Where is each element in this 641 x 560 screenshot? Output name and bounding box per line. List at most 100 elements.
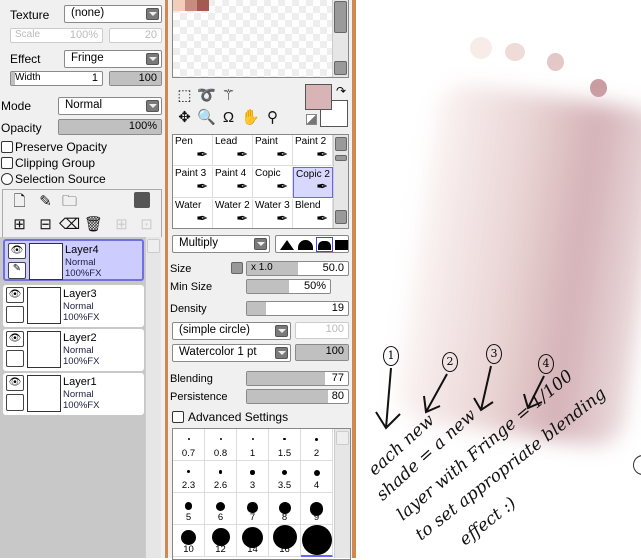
- brush-size-slot[interactable]: 0.7: [173, 429, 205, 461]
- shape-round-icon[interactable]: [298, 240, 313, 250]
- scroll-up-button[interactable]: [335, 137, 347, 151]
- size-slider[interactable]: x 1.0 50.0: [246, 261, 349, 276]
- zoom-icon[interactable]: 🔍: [196, 107, 217, 128]
- color-palette[interactable]: [172, 0, 349, 78]
- brush-size-slot[interactable]: 1: [237, 429, 269, 461]
- preserve-opacity-checkbox[interactable]: [1, 141, 13, 153]
- blend-mode-select[interactable]: Multiply: [172, 235, 270, 253]
- brush-slot[interactable]: Copic 2 ✒: [293, 167, 333, 198]
- delete-layer-icon[interactable]: 🗑: [83, 214, 104, 235]
- width-strength-slider[interactable]: 100: [109, 71, 162, 86]
- clipping-group-checkbox[interactable]: [1, 157, 13, 169]
- scroll-up-button[interactable]: [147, 239, 160, 253]
- new-linework-layer-icon[interactable]: ✎: [35, 191, 56, 212]
- eye-icon[interactable]: 👁: [6, 287, 24, 303]
- brush-slot[interactable]: Paint ✒: [253, 135, 293, 166]
- layer-item[interactable]: 👁 ✎ Layer4 Normal 100%FX: [3, 239, 144, 281]
- primary-color-swatch[interactable]: [305, 84, 332, 110]
- opacity-slider[interactable]: 100%: [58, 119, 162, 135]
- brush-slot[interactable]: Lead ✒: [213, 135, 253, 166]
- size-scrollbar[interactable]: [334, 429, 350, 558]
- texture-select[interactable]: (none): [64, 5, 162, 23]
- brush-slot[interactable]: Water 2 ✒: [213, 199, 253, 228]
- eye-icon[interactable]: 👁: [6, 331, 24, 347]
- rect-select-icon[interactable]: ⬚: [174, 85, 195, 106]
- brush-slot[interactable]: Paint 3 ✒: [173, 167, 213, 198]
- brush-size-slot[interactable]: 10: [173, 525, 205, 557]
- brush-size-slot[interactable]: 12: [205, 525, 237, 557]
- lock-box[interactable]: [6, 394, 24, 411]
- eye-icon[interactable]: 👁: [6, 375, 24, 391]
- brush-shape-select[interactable]: (simple circle): [172, 322, 291, 340]
- brush-slot[interactable]: Pen ✒: [173, 135, 213, 166]
- brush-slot[interactable]: Paint 2 ✒: [293, 135, 333, 166]
- new-layer-icon[interactable]: 🗋: [9, 191, 30, 212]
- brush-texture-select[interactable]: Watercolor 1 pt: [172, 344, 291, 362]
- brush-size-slot[interactable]: 2.6: [205, 461, 237, 493]
- layer-item[interactable]: 👁 Layer3 Normal 100%FX: [3, 285, 144, 327]
- move-icon[interactable]: ✥: [174, 107, 195, 128]
- persistence-slider[interactable]: 80: [246, 389, 349, 404]
- lock-box[interactable]: [6, 350, 24, 367]
- pen-icon[interactable]: ✎: [8, 262, 26, 279]
- width-slider[interactable]: Width 1: [10, 71, 103, 86]
- brush-size-slot[interactable]: 2: [301, 429, 333, 461]
- shape-soft-selected[interactable]: [316, 237, 333, 252]
- layer-item[interactable]: 👁 Layer1 Normal 100%FX: [3, 373, 144, 415]
- density-slider[interactable]: 19: [246, 301, 349, 316]
- scroll-down-button[interactable]: [334, 61, 347, 75]
- layer-mask-icon[interactable]: [134, 192, 150, 208]
- canvas[interactable]: 1 2 3 4 each new shade = a new layer wit…: [356, 0, 641, 558]
- transfer-down-icon[interactable]: ⊞: [9, 214, 30, 235]
- merge-down-icon[interactable]: ⊟: [35, 214, 56, 235]
- rotate-icon[interactable]: Ω: [218, 107, 239, 128]
- palette-scrollbar[interactable]: [332, 0, 348, 77]
- brush-size-slot[interactable]: 2.3: [173, 461, 205, 493]
- layer-item[interactable]: 👁 Layer2 Normal 100%FX: [3, 329, 144, 371]
- scroll-down-button[interactable]: [335, 210, 347, 224]
- brush-shape-selector[interactable]: [275, 235, 349, 253]
- brush-size-slot[interactable]: 14: [237, 525, 269, 557]
- brush-size-slot[interactable]: 3: [237, 461, 269, 493]
- brush-size-slot[interactable]: 20: [301, 525, 333, 557]
- swap-colors-icon[interactable]: ↷: [336, 84, 346, 98]
- reset-colors-icon[interactable]: [306, 114, 317, 125]
- selection-source-radio[interactable]: [1, 173, 13, 185]
- shape-flat-icon[interactable]: [335, 240, 348, 250]
- magic-wand-icon[interactable]: ⚚: [218, 85, 239, 106]
- brush-size-slot[interactable]: 7: [237, 493, 269, 525]
- brush-size-slot[interactable]: 8: [269, 493, 301, 525]
- palette-swatch[interactable]: [185, 0, 197, 11]
- texture-strength-slider[interactable]: 100: [295, 344, 349, 361]
- new-folder-icon[interactable]: 🗀: [59, 191, 80, 212]
- scroll-up-button[interactable]: [336, 431, 349, 445]
- brush-size-slot[interactable]: 16: [269, 525, 301, 557]
- layer-scrollbar[interactable]: [145, 237, 161, 558]
- brush-scrollbar[interactable]: [333, 135, 348, 228]
- shape-sharp-icon[interactable]: [280, 240, 294, 250]
- effect-select[interactable]: Fringe: [64, 50, 162, 68]
- eyedropper-icon[interactable]: ⚲: [262, 107, 283, 128]
- brush-size-slot[interactable]: 4: [301, 461, 333, 493]
- brush-size-slot[interactable]: 1.5: [269, 429, 301, 461]
- brush-size-slot[interactable]: 3.5: [269, 461, 301, 493]
- hand-icon[interactable]: ✋: [240, 107, 261, 128]
- lock-box[interactable]: [6, 306, 24, 323]
- brush-slot[interactable]: Blend ✒: [293, 199, 333, 228]
- brush-slot[interactable]: Water 3 ✒: [253, 199, 293, 228]
- scroll-thumb[interactable]: [334, 1, 347, 33]
- clear-layer-icon[interactable]: ⌫: [59, 214, 80, 235]
- advanced-settings-checkbox[interactable]: [172, 411, 184, 423]
- brush-size-slot[interactable]: 0.8: [205, 429, 237, 461]
- min-size-slider[interactable]: 50%: [246, 279, 331, 294]
- blending-slider[interactable]: 77: [246, 371, 349, 386]
- size-multiplier-dropdown[interactable]: [231, 262, 243, 274]
- brush-size-slot[interactable]: 9: [301, 493, 333, 525]
- layer-mode-select[interactable]: Normal: [58, 97, 162, 115]
- eye-icon[interactable]: 👁: [8, 243, 26, 259]
- brush-slot[interactable]: Water ✒: [173, 199, 213, 228]
- brush-size-slot[interactable]: 5: [173, 493, 205, 525]
- palette-swatch[interactable]: [173, 0, 185, 11]
- lasso-icon[interactable]: ➰: [196, 85, 217, 106]
- brush-slot[interactable]: Paint 4 ✒: [213, 167, 253, 198]
